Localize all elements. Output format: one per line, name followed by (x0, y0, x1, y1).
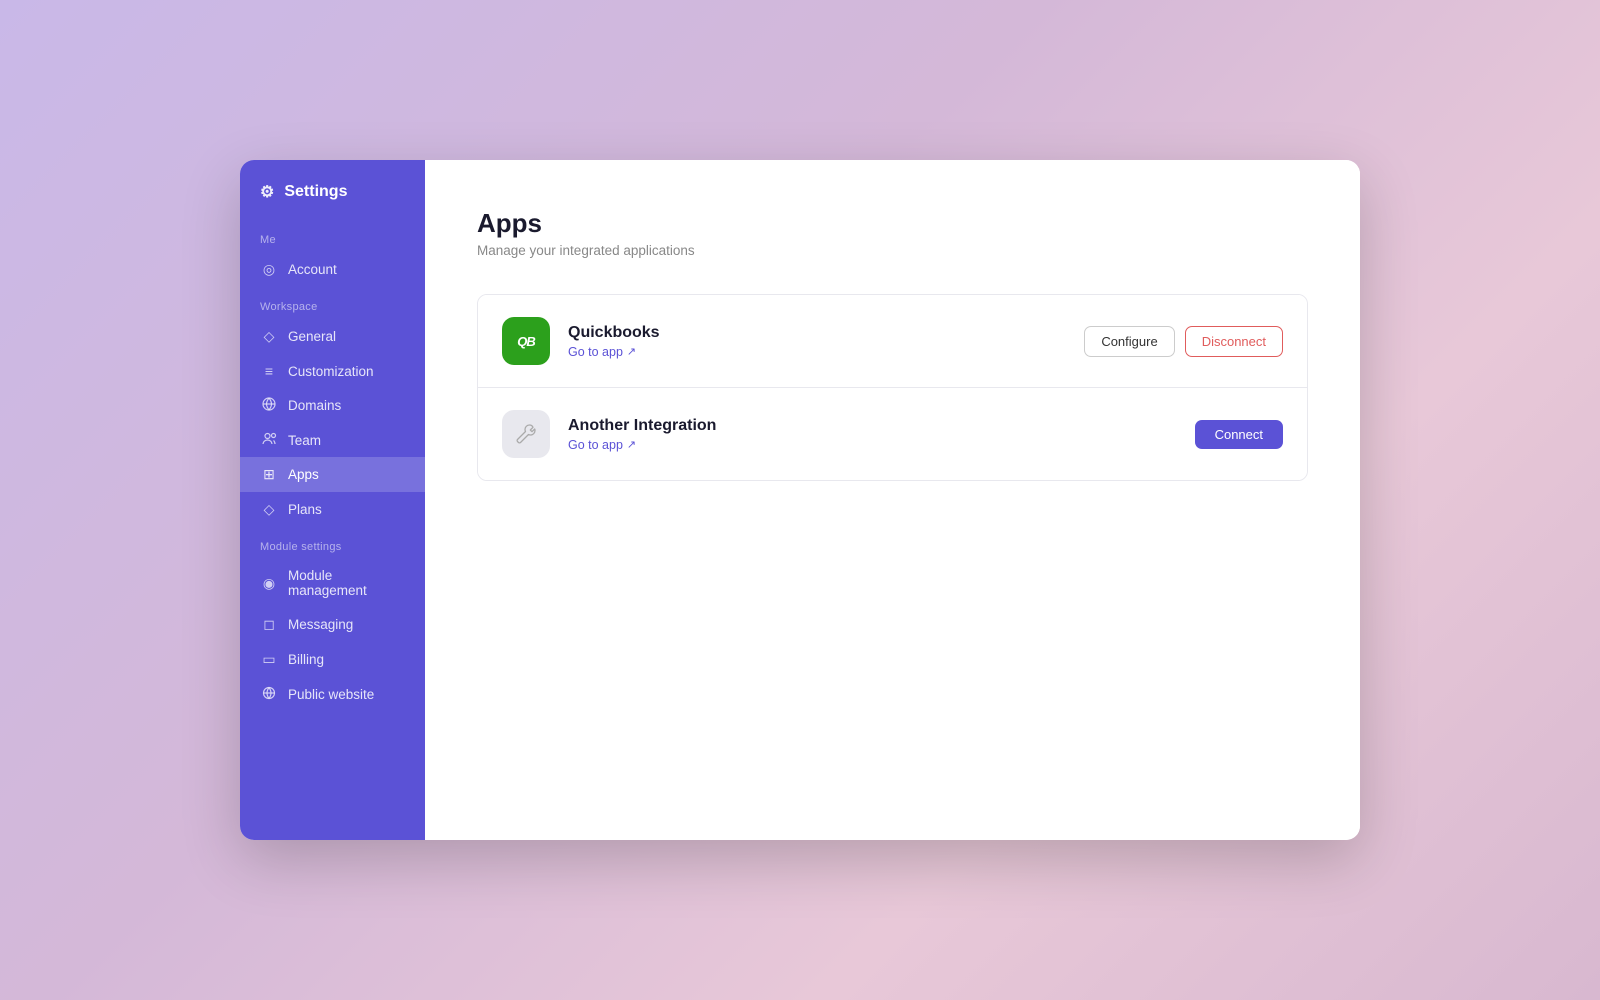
integration-item-quickbooks: QB Quickbooks Go to app ↗ Configure Disc… (478, 295, 1307, 388)
go-to-app-label: Go to app (568, 438, 623, 452)
quickbooks-go-to-app[interactable]: Go to app ↗ (568, 345, 1066, 359)
plans-icon: ◇ (260, 501, 278, 518)
customization-icon: ≡ (260, 363, 278, 379)
section-label-workspace: Workspace (240, 287, 425, 319)
sidebar-item-label: Billing (288, 652, 324, 667)
section-label-module-settings: Module settings (240, 527, 425, 559)
sidebar-item-apps[interactable]: ⊞ Apps (240, 457, 425, 492)
sidebar-item-plans[interactable]: ◇ Plans (240, 492, 425, 527)
another-integration-actions: Connect (1195, 420, 1283, 449)
sidebar: ⚙ Settings Me ◎ Account Workspace ◇ Gene… (240, 160, 425, 840)
another-integration-info: Another Integration Go to app ↗ (568, 417, 1177, 452)
connect-button[interactable]: Connect (1195, 420, 1283, 449)
quickbooks-logo: QB (502, 317, 550, 365)
sidebar-item-label: Customization (288, 364, 374, 379)
sidebar-item-label: Domains (288, 398, 341, 413)
sidebar-item-module-management[interactable]: ◉ Module management (240, 559, 425, 607)
integration-item-another: Another Integration Go to app ↗ Connect (478, 388, 1307, 480)
sidebar-item-label: Messaging (288, 617, 353, 632)
sidebar-item-label: Public website (288, 687, 374, 702)
settings-title: Settings (284, 183, 347, 201)
sidebar-item-label: General (288, 329, 336, 344)
integration-list: QB Quickbooks Go to app ↗ Configure Disc… (477, 294, 1308, 481)
another-go-to-app[interactable]: Go to app ↗ (568, 438, 1177, 452)
sidebar-item-label: Module management (288, 568, 405, 598)
section-label-me: Me (240, 220, 425, 252)
external-link-icon: ↗ (627, 438, 636, 451)
configure-button[interactable]: Configure (1084, 326, 1174, 357)
sidebar-item-label: Apps (288, 467, 319, 482)
sidebar-item-domains[interactable]: Domains (240, 388, 425, 423)
sidebar-item-label: Team (288, 433, 321, 448)
sidebar-item-general[interactable]: ◇ General (240, 319, 425, 354)
billing-icon: ▭ (260, 651, 278, 668)
public-website-icon (260, 686, 278, 703)
disconnect-button[interactable]: Disconnect (1185, 326, 1283, 357)
account-icon: ◎ (260, 261, 278, 278)
sidebar-item-public-website[interactable]: Public website (240, 677, 425, 712)
domains-icon (260, 397, 278, 414)
sidebar-item-team[interactable]: Team (240, 423, 425, 457)
messaging-icon: ◻ (260, 616, 278, 633)
go-to-app-label: Go to app (568, 345, 623, 359)
quickbooks-name: Quickbooks (568, 324, 1066, 342)
page-subtitle: Manage your integrated applications (477, 243, 1308, 258)
another-integration-name: Another Integration (568, 417, 1177, 435)
quickbooks-logo-text: QB (517, 334, 535, 349)
sidebar-item-messaging[interactable]: ◻ Messaging (240, 607, 425, 642)
team-icon (260, 432, 278, 448)
sidebar-item-label: Plans (288, 502, 322, 517)
settings-window: ⚙ Settings Me ◎ Account Workspace ◇ Gene… (240, 160, 1360, 840)
sidebar-item-customization[interactable]: ≡ Customization (240, 354, 425, 388)
module-management-icon: ◉ (260, 575, 278, 592)
sidebar-header: ⚙ Settings (240, 160, 425, 220)
sidebar-item-account[interactable]: ◎ Account (240, 252, 425, 287)
general-icon: ◇ (260, 328, 278, 345)
external-link-icon: ↗ (627, 345, 636, 358)
wrench-icon (515, 423, 537, 445)
apps-icon: ⊞ (260, 466, 278, 483)
sidebar-item-billing[interactable]: ▭ Billing (240, 642, 425, 677)
page-title: Apps (477, 208, 1308, 239)
quickbooks-info: Quickbooks Go to app ↗ (568, 324, 1066, 359)
quickbooks-actions: Configure Disconnect (1084, 326, 1283, 357)
settings-icon: ⚙ (260, 182, 274, 202)
main-content: Apps Manage your integrated applications… (425, 160, 1360, 840)
sidebar-item-label: Account (288, 262, 337, 277)
another-integration-logo (502, 410, 550, 458)
